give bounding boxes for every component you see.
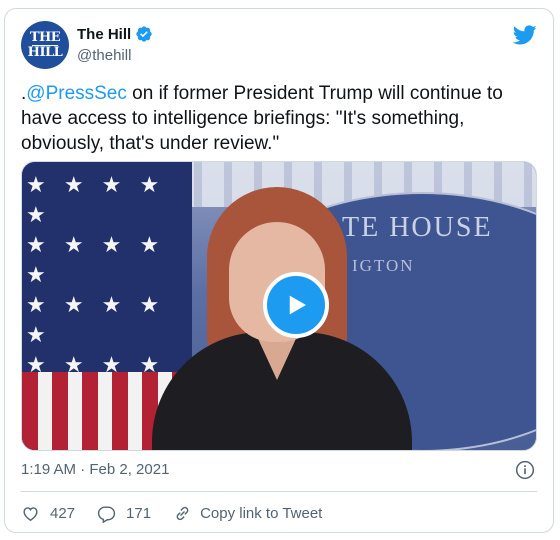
play-button[interactable]	[263, 272, 329, 338]
video-backdrop-subtext: IGTON	[352, 256, 415, 275]
play-icon	[289, 295, 306, 315]
video-thumbnail[interactable]: TE HOUSE IGTON ★ ★ ★ ★ ★ ★ ★ ★ ★ ★ ★ ★ ★ ★…	[21, 161, 537, 451]
reply-count: 171	[126, 504, 152, 522]
copy-link-button[interactable]: Copy link to Tweet	[173, 504, 322, 523]
twitter-bird-icon[interactable]	[513, 23, 537, 47]
tweet-card: THE HILL The Hill @thehill .@PressSec on…	[4, 8, 554, 533]
copy-link-label: Copy link to Tweet	[200, 504, 323, 522]
avatar-text-bottom: HILL	[27, 44, 63, 60]
avatar[interactable]: THE HILL	[21, 21, 69, 69]
reply-button[interactable]: 171	[97, 504, 151, 523]
avatar-text-top: THE	[29, 29, 61, 45]
author-display-name[interactable]: The Hill	[77, 26, 131, 43]
tweet-text: .@PressSec on if former President Trump …	[21, 81, 521, 156]
tweet-timestamp[interactable]: 1:19 AM · Feb 2, 2021	[21, 461, 169, 478]
info-icon[interactable]	[515, 460, 535, 480]
video-backdrop-text: TE HOUSE	[342, 212, 493, 243]
link-icon	[176, 506, 189, 520]
like-button[interactable]: 427	[21, 504, 75, 523]
divider	[21, 491, 537, 492]
heart-icon	[23, 506, 38, 521]
verified-badge-icon	[136, 26, 152, 42]
tweet-actions: 427 171 Copy link to Tweet	[21, 501, 344, 525]
mention-link[interactable]: @PressSec	[26, 83, 127, 104]
like-count: 427	[50, 504, 76, 522]
author-name-row: The Hill	[77, 25, 153, 43]
author-handle[interactable]: @thehill	[77, 47, 131, 64]
reply-bubble-icon	[97, 505, 116, 523]
